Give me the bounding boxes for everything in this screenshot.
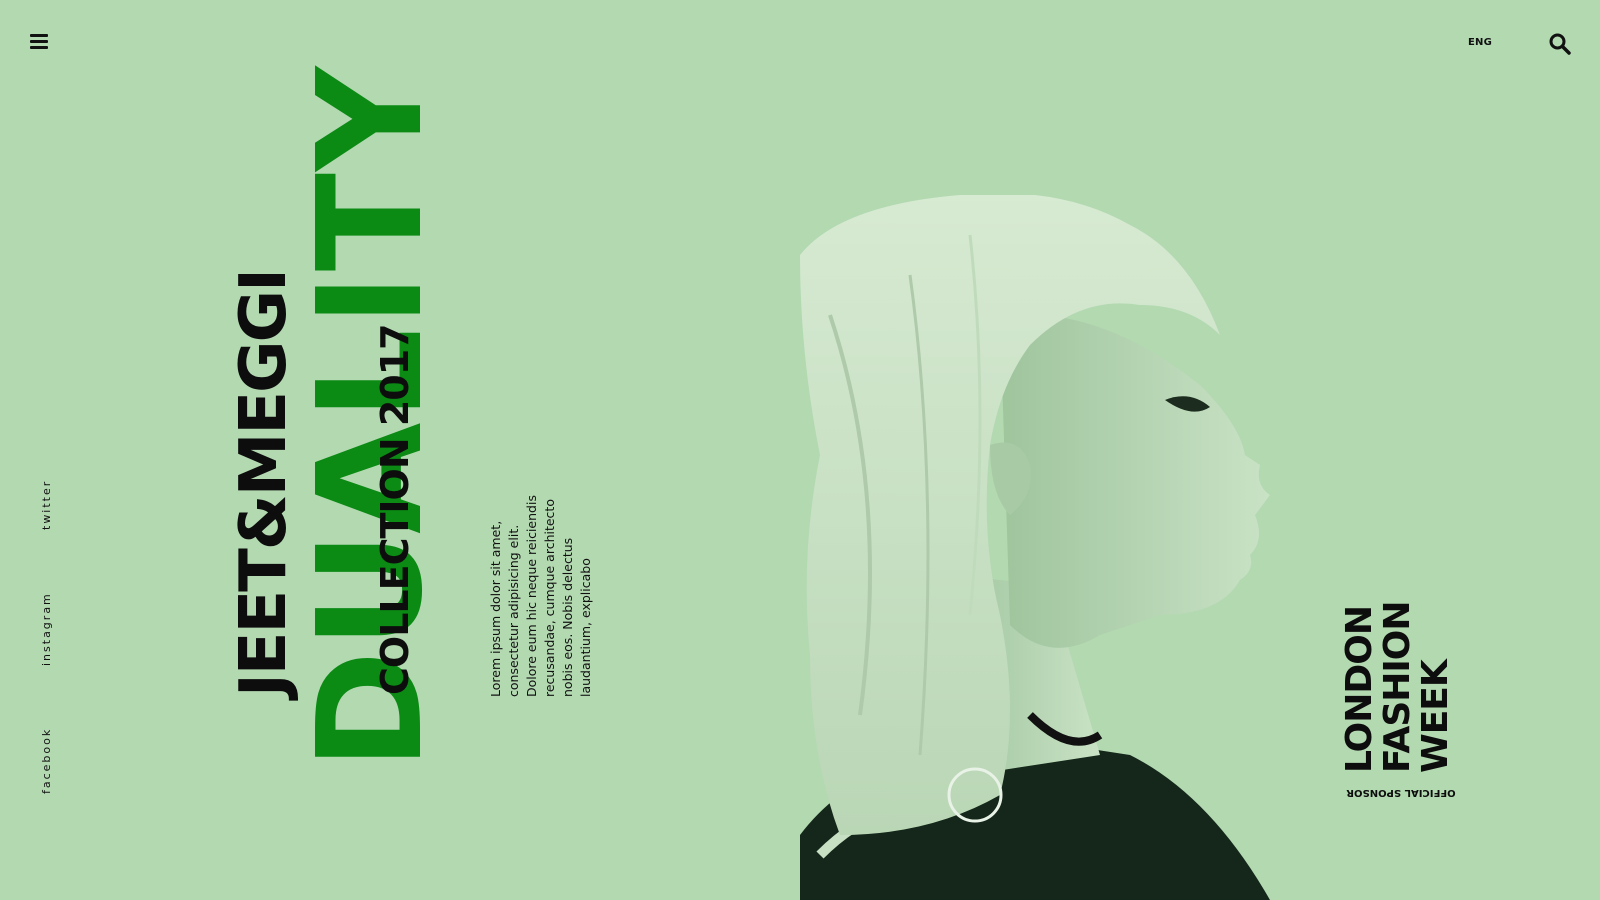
brand-name: JEET&MEGGI — [227, 270, 301, 697]
twitter-link[interactable]: twitter — [40, 480, 53, 530]
sponsor-line-fashion: FASHION — [1377, 601, 1418, 773]
description: Lorem ipsum dolor sit amet, consectetur … — [487, 495, 595, 697]
hamburger-menu-icon[interactable] — [30, 34, 48, 50]
description-line: consectetur adipisicing elit. — [506, 524, 521, 697]
london-fashion-week-logo: LONDON FASHION WEEK OFFICIAL SPONSOR — [1339, 601, 1462, 800]
instagram-link[interactable]: instagram — [40, 592, 53, 666]
facebook-link[interactable]: facebook — [40, 728, 53, 794]
description-line: laudantium, explicabo — [578, 558, 593, 697]
collection-title: COLLECTION 2017 — [373, 324, 417, 695]
headline-duality: DUALITY — [286, 64, 454, 770]
sponsor-line-week: WEEK — [1415, 660, 1456, 773]
description-line: Dolore eum hic neque reiciendis — [524, 495, 539, 697]
search-icon[interactable] — [1548, 32, 1572, 56]
model-portrait-image — [800, 195, 1320, 900]
description-line: nobis eos. Nobis delectus — [560, 537, 575, 697]
language-selector[interactable]: ENG — [1468, 37, 1492, 48]
description-line: recusandae, cumque architecto — [542, 499, 557, 697]
description-line: Lorem ipsum dolor sit amet, — [488, 520, 503, 697]
sponsor-line-london: LONDON — [1339, 605, 1380, 773]
official-sponsor-label: OFFICIAL SPONSOR — [1346, 787, 1456, 798]
